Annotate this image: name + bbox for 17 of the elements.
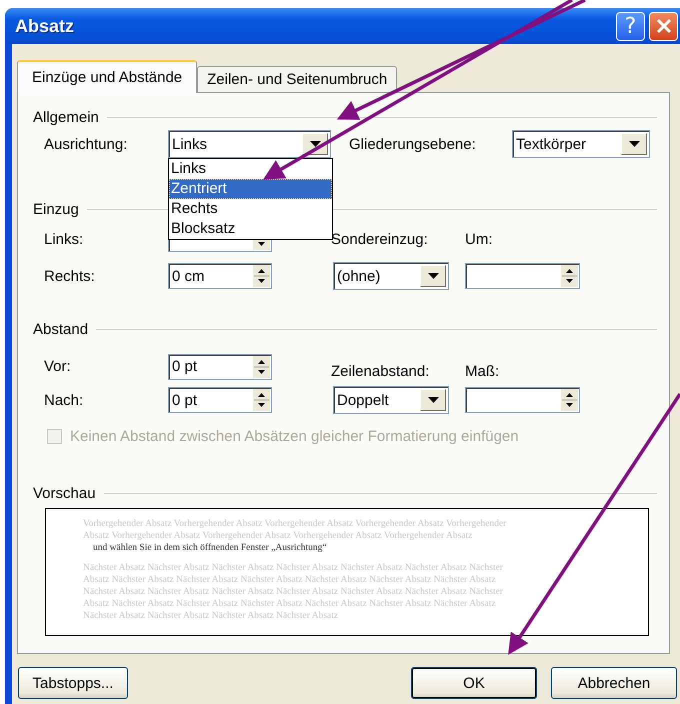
window-title: Absatz — [15, 16, 74, 36]
field-label: Rechts: — [44, 268, 96, 284]
field-label: Sondereinzug: — [331, 230, 429, 248]
field-label: Vor: — [44, 358, 72, 375]
group-heading: Einzug — [33, 200, 79, 218]
group-heading: Abstand — [33, 320, 88, 338]
checkbox-label: Keinen Abstand zwischen Absätzen gleicher Formatierung einfügen — [70, 428, 519, 444]
field-label: Links: — [44, 230, 84, 248]
field-label: Um: — [465, 230, 492, 248]
group-heading: Vorschau — [33, 484, 96, 502]
preview-text: und wählen Sie in dem sich öffnenden Fenster „Ausrichtung“ — [92, 542, 328, 554]
field-label: Zeilenabstand: — [331, 363, 430, 380]
field-label: Gliederungsebene: — [349, 136, 477, 152]
field-label: Nach: — [44, 392, 84, 408]
field-label: Ausrichtung: — [44, 136, 128, 152]
field-label: Maß: — [465, 363, 500, 380]
group-heading: Allgemein — [33, 108, 99, 126]
